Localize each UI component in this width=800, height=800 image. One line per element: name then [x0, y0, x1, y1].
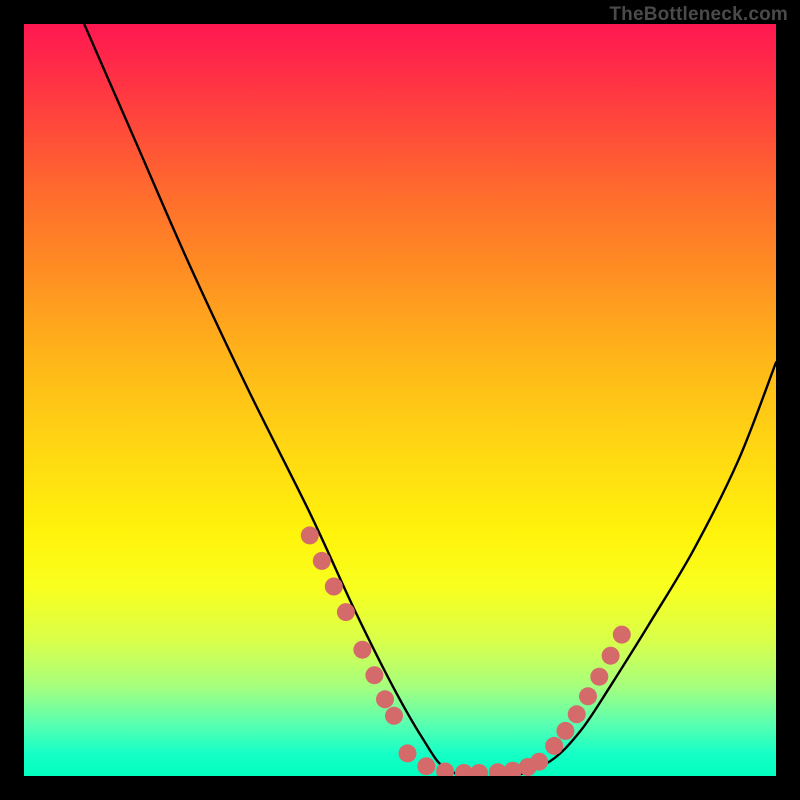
marker-dot [337, 603, 355, 621]
marker-dot [556, 722, 574, 740]
marker-dot [590, 668, 608, 686]
marker-dot [399, 744, 417, 762]
plot-area [24, 24, 776, 776]
chart-svg [24, 24, 776, 776]
marker-dot [385, 707, 403, 725]
watermark-text: TheBottleneck.com [609, 4, 788, 26]
curve-layer [84, 24, 776, 776]
marker-dot [376, 690, 394, 708]
marker-dot [436, 763, 454, 777]
marker-dot [530, 753, 548, 771]
curve-path [84, 24, 776, 776]
marker-dot [365, 666, 383, 684]
marker-dot [602, 647, 620, 665]
marker-dot [313, 552, 331, 570]
marker-dot [545, 737, 563, 755]
marker-dot [301, 526, 319, 544]
marker-dot [579, 687, 597, 705]
marker-dot [325, 578, 343, 596]
marker-dot [353, 641, 371, 659]
dots-layer [301, 526, 631, 776]
marker-dot [470, 764, 488, 776]
chart-frame: TheBottleneck.com [0, 0, 800, 800]
marker-dot [613, 626, 631, 644]
marker-dot [417, 757, 435, 775]
marker-dot [568, 705, 586, 723]
